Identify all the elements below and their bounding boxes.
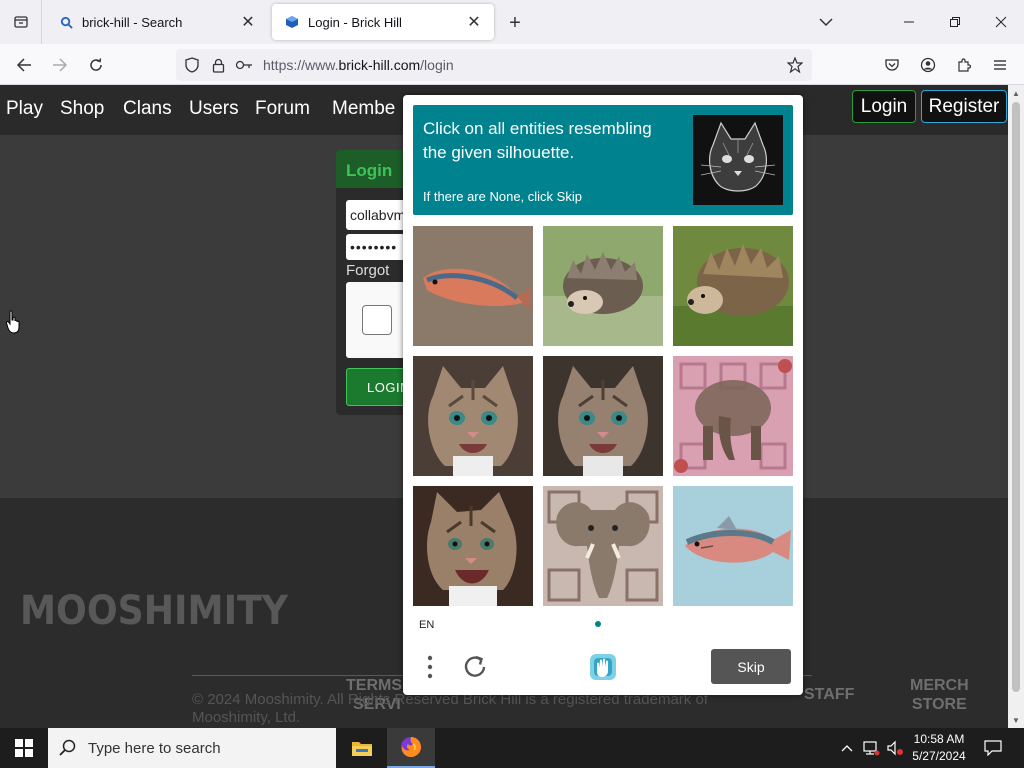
taskbar-clock[interactable]: 10:58 AM 5/27/2024: [904, 731, 974, 765]
network-icon[interactable]: [860, 728, 882, 768]
back-icon[interactable]: [9, 50, 39, 80]
menu-icon[interactable]: [985, 50, 1015, 80]
page-indicator-dot: [595, 621, 601, 627]
scrollbar-thumb[interactable]: [1012, 102, 1020, 692]
minimize-icon[interactable]: [886, 0, 932, 44]
extensions-icon[interactable]: [949, 50, 979, 80]
nav-users[interactable]: Users: [189, 98, 239, 120]
site-login-button[interactable]: Login: [852, 90, 916, 123]
search-icon: [58, 14, 74, 30]
captcha-subprompt: If there are None, click Skip: [423, 189, 582, 204]
url-path: /login: [420, 57, 454, 73]
scroll-up-icon[interactable]: ▲: [1008, 85, 1024, 101]
footer-merch-line1: MERCH: [910, 677, 969, 694]
shield-icon[interactable]: [179, 49, 205, 81]
notification-icon[interactable]: [978, 728, 1008, 768]
tab-label: Login - Brick Hill: [308, 14, 402, 30]
close-icon[interactable]: ✕: [464, 12, 484, 32]
taskbar-search-box[interactable]: Type here to search: [48, 728, 336, 768]
nav-forum[interactable]: Forum: [255, 98, 310, 120]
scroll-down-icon[interactable]: ▼: [1008, 712, 1024, 728]
skip-button[interactable]: Skip: [711, 649, 791, 684]
footer-merch-link[interactable]: MERCH STORE: [910, 676, 969, 714]
tab-login[interactable]: Login - Brick Hill ✕: [272, 4, 494, 40]
page-scrollbar[interactable]: ▲ ▼: [1008, 85, 1024, 728]
menu-dots-icon[interactable]: [418, 651, 442, 683]
key-icon[interactable]: [231, 49, 257, 81]
captcha-challenge-dialog: Click on all entities resembling the giv…: [403, 95, 803, 695]
captcha-tile-fish[interactable]: [413, 226, 533, 346]
url-bar[interactable]: https://www.brick-hill.com/login: [176, 49, 812, 81]
language-selector[interactable]: EN: [419, 619, 434, 631]
lock-icon[interactable]: [205, 49, 231, 81]
file-explorer-icon[interactable]: [338, 728, 386, 768]
nav-clans[interactable]: Clans: [123, 98, 172, 120]
captcha-tile-elephant[interactable]: [543, 486, 663, 606]
restore-icon[interactable]: [932, 0, 978, 44]
svg-text:MOOSHIMITY: MOOSHIMITY: [20, 588, 289, 632]
captcha-tile-cat[interactable]: [413, 486, 533, 606]
search-placeholder: Type here to search: [88, 739, 221, 757]
url-domain: brick-hill.com: [338, 57, 421, 73]
browser-tab-bar: brick-hill - Search ✕ Login - Brick Hill…: [0, 0, 1024, 44]
chevron-up-icon[interactable]: [838, 728, 856, 768]
footer-copyright: © 2024 Mooshimity. All Rights Reserved B…: [192, 691, 812, 727]
nav-members[interactable]: Membe: [332, 98, 395, 120]
firefox-icon[interactable]: [387, 728, 435, 768]
chevron-down-icon[interactable]: [814, 12, 838, 32]
reload-icon[interactable]: [81, 50, 111, 80]
tab-label: brick-hill - Search: [82, 14, 183, 30]
mooshimity-logo: MOOSHIMITY: [20, 584, 290, 637]
search-icon: [48, 739, 88, 757]
captcha-tile-cat[interactable]: [543, 356, 663, 476]
captcha-tile-elephant[interactable]: [673, 356, 793, 476]
forgot-password-link[interactable]: Forgot: [346, 262, 389, 279]
captcha-prompt-text: Click on all entities resembling the giv…: [423, 119, 652, 162]
refresh-icon[interactable]: [459, 651, 491, 683]
silhouette-sample-image: [693, 115, 783, 205]
hand-cursor-icon: [5, 310, 22, 339]
forward-icon[interactable]: [45, 50, 75, 80]
close-icon[interactable]: ✕: [238, 12, 258, 32]
browser-toolbar: https://www.brick-hill.com/login: [0, 44, 1024, 85]
footer-merch-line2: STORE: [911, 696, 967, 713]
windows-taskbar: Type here to search 10:58 AM 5/27/2024: [0, 728, 1024, 768]
captcha-tile-fish[interactable]: [673, 486, 793, 606]
nav-shop[interactable]: Shop: [60, 98, 104, 120]
captcha-prompt: Click on all entities resembling the giv…: [413, 105, 793, 215]
clock-date: 5/27/2024: [912, 749, 966, 763]
account-icon[interactable]: [913, 50, 943, 80]
copyright-line2: Mooshimity, Ltd.: [192, 709, 301, 726]
volume-muted-icon[interactable]: [884, 728, 906, 768]
captcha-tile-hedgehog[interactable]: [543, 226, 663, 346]
windows-start-icon[interactable]: [0, 728, 48, 768]
brick-hill-favicon-icon: [284, 14, 300, 30]
pocket-icon[interactable]: [877, 50, 907, 80]
url-text[interactable]: https://www.brick-hill.com/login: [263, 57, 454, 73]
nav-play[interactable]: Play: [6, 98, 43, 120]
tab-list-icon[interactable]: [0, 0, 42, 44]
captcha-tile-cat[interactable]: [413, 356, 533, 476]
close-window-icon[interactable]: [978, 0, 1024, 44]
hcaptcha-logo-icon[interactable]: [586, 650, 620, 684]
bookmark-star-icon[interactable]: [782, 49, 808, 81]
tab-search[interactable]: brick-hill - Search ✕: [46, 4, 268, 40]
new-tab-icon[interactable]: +: [503, 11, 527, 35]
url-prefix: https://www.: [263, 57, 339, 73]
site-register-button[interactable]: Register: [921, 90, 1007, 123]
captcha-checkbox[interactable]: [362, 305, 392, 335]
captcha-tile-hedgehog[interactable]: [673, 226, 793, 346]
clock-time: 10:58 AM: [913, 732, 965, 746]
